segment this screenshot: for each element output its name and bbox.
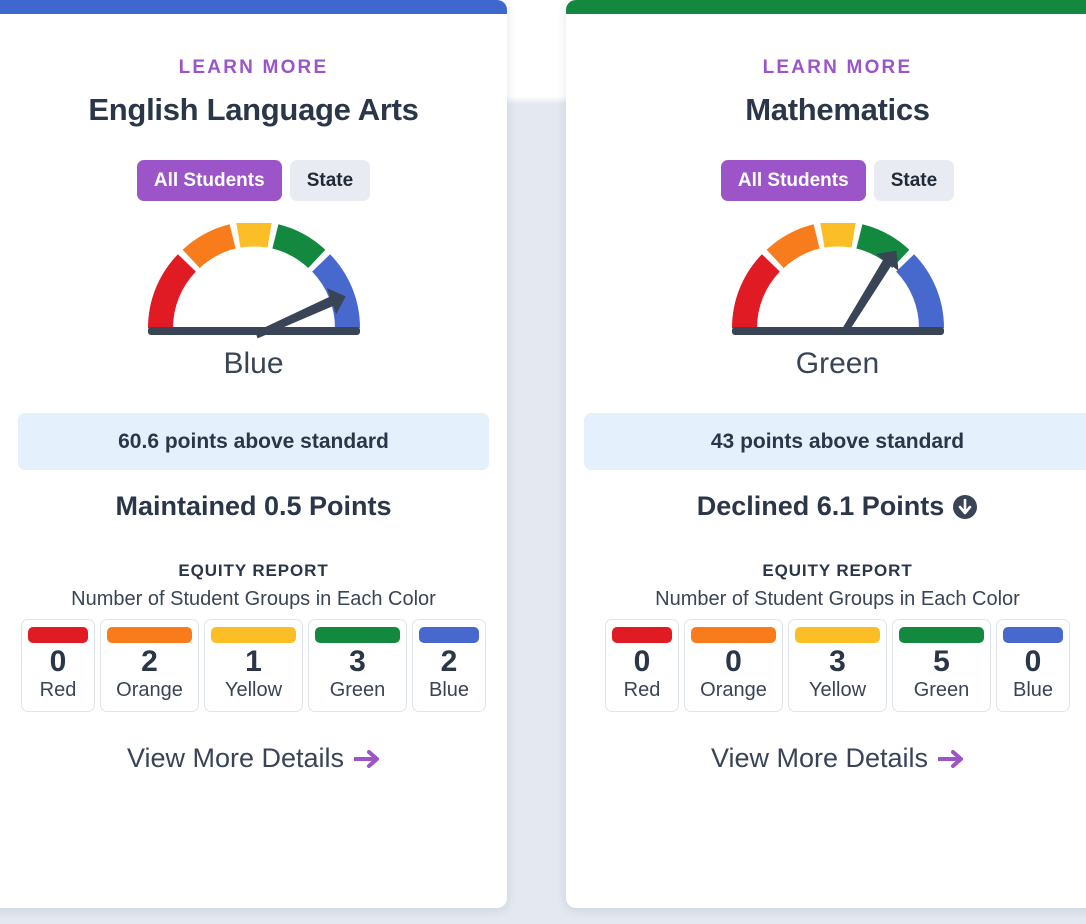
view-more-details-label: View More Details (710, 743, 929, 774)
toggle-state[interactable]: State (289, 160, 371, 202)
equity-box-yellow[interactable]: 1 Yellow (204, 618, 303, 713)
gauge-needle (840, 250, 899, 335)
equity-label: Yellow (808, 679, 867, 702)
equity-label: Red (39, 679, 77, 702)
subject-card-english-language-arts: LEARN MORE English Language Arts All Stu… (0, 0, 507, 908)
performance-level-label: Green (795, 347, 880, 381)
color-pill-yellow (211, 626, 296, 643)
equity-label: Blue (1012, 679, 1054, 702)
color-pill-green (899, 626, 984, 643)
status-badge: 43 points above standard (584, 413, 1086, 471)
arrow-down-circle-icon (953, 494, 978, 519)
gauge-icon (147, 223, 360, 339)
equity-count: 3 (829, 644, 846, 678)
equity-label: Yellow (224, 679, 283, 702)
toggle-state[interactable]: State (873, 160, 955, 202)
performance-gauge (584, 223, 1086, 341)
change-status-label: Maintained 0.5 Points (115, 491, 392, 522)
equity-box-red[interactable]: 0 Red (605, 618, 679, 713)
equity-count: 0 (1024, 644, 1042, 678)
equity-box-blue[interactable]: 0 Blue (996, 618, 1070, 713)
color-pill-orange (691, 626, 776, 643)
change-status: Maintained 0.5 Points (18, 491, 489, 522)
view-more-details-label: View More Details (126, 743, 345, 774)
equity-report-heading: EQUITY REPORT (762, 560, 913, 580)
equity-label: Blue (428, 679, 470, 702)
toggle-all-students[interactable]: All Students (136, 160, 282, 202)
equity-count: 2 (141, 644, 158, 678)
change-status-label: Declined 6.1 Points (696, 491, 945, 522)
view-more-details-link[interactable]: View More Details (584, 745, 1086, 772)
gauge-icon (731, 223, 944, 336)
arrow-right-icon (354, 749, 380, 768)
equity-label: Green (329, 679, 386, 702)
performance-level-label: Blue (223, 347, 284, 381)
color-pill-orange (107, 626, 192, 643)
equity-group-row: 0 Red 0 Orange 3 Yellow 5 Green 0 Blue (584, 618, 1086, 713)
card-accent-bar (566, 0, 1086, 14)
equity-report-subheading: Number of Student Groups in Each Color (655, 587, 1020, 610)
equity-box-orange[interactable]: 0 Orange (684, 618, 783, 713)
equity-count: 2 (440, 644, 458, 678)
change-status: Declined 6.1 Points (584, 491, 1086, 522)
equity-count: 3 (349, 644, 366, 678)
equity-box-red[interactable]: 0 Red (21, 618, 95, 713)
equity-report-heading: EQUITY REPORT (178, 560, 329, 580)
equity-label: Orange (116, 679, 183, 702)
dashboard-card-container: LEARN MORE English Language Arts All Stu… (0, 0, 1086, 924)
learn-more-link[interactable]: LEARN MORE (18, 58, 489, 77)
color-pill-red (28, 626, 88, 643)
page-title: Mathematics (745, 92, 930, 127)
equity-count: 0 (725, 644, 742, 678)
equity-label: Orange (700, 679, 767, 702)
equity-report-subheading: Number of Student Groups in Each Color (71, 587, 436, 610)
toggle-all-students[interactable]: All Students (720, 160, 866, 202)
equity-count: 0 (49, 644, 67, 678)
equity-label: Red (623, 679, 661, 702)
gauge-baseline (147, 327, 360, 336)
color-pill-blue (1003, 626, 1063, 643)
equity-group-row: 0 Red 2 Orange 1 Yellow 3 Green 2 Blue (18, 618, 489, 713)
equity-box-green[interactable]: 3 Green (308, 618, 407, 713)
gauge-baseline (731, 327, 944, 336)
equity-box-yellow[interactable]: 3 Yellow (788, 618, 887, 713)
color-pill-green (315, 626, 400, 643)
equity-count: 0 (633, 644, 651, 678)
equity-label: Green (913, 679, 970, 702)
arrow-right-icon (938, 749, 964, 768)
color-pill-blue (419, 626, 479, 643)
subject-card-mathematics: LEARN MORE Mathematics All Students Stat… (566, 0, 1086, 908)
equity-box-green[interactable]: 5 Green (892, 618, 991, 713)
equity-count: 5 (933, 644, 950, 678)
card-accent-bar (0, 0, 507, 14)
equity-box-orange[interactable]: 2 Orange (100, 618, 199, 713)
audience-toggle-group: All Students State (18, 160, 489, 202)
page-title: English Language Arts (88, 92, 419, 127)
equity-box-blue[interactable]: 2 Blue (412, 618, 486, 713)
equity-count: 1 (245, 644, 262, 678)
color-pill-red (612, 626, 672, 643)
view-more-details-link[interactable]: View More Details (18, 745, 489, 772)
status-badge: 60.6 points above standard (18, 413, 489, 471)
learn-more-link[interactable]: LEARN MORE (584, 58, 1086, 77)
color-pill-yellow (795, 626, 880, 643)
audience-toggle-group: All Students State (584, 160, 1086, 202)
performance-gauge (18, 223, 489, 341)
